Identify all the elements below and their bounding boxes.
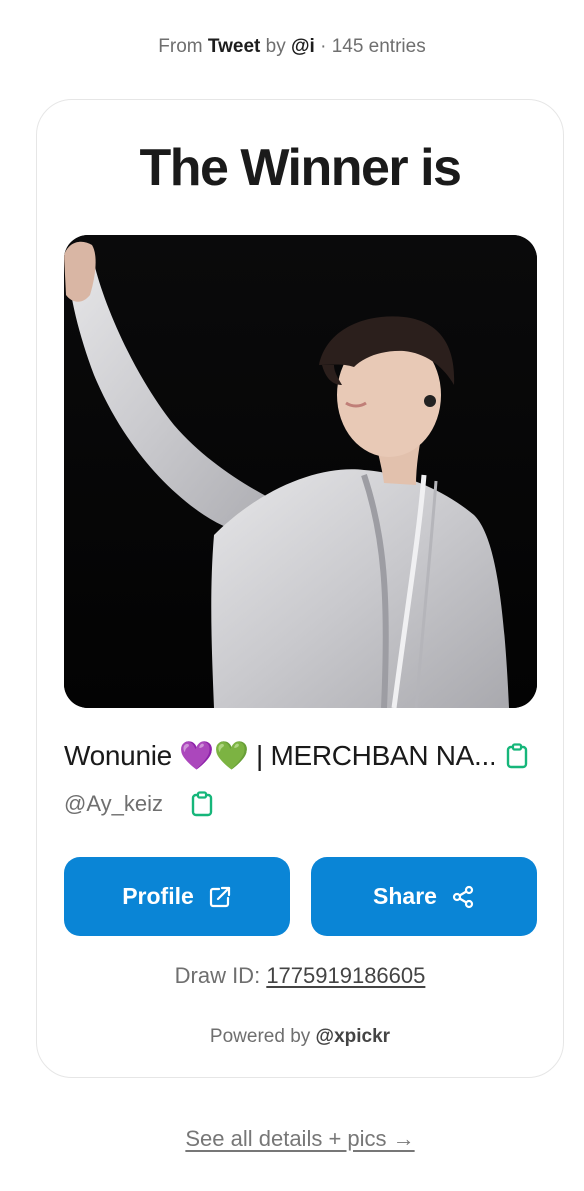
see-all-details-link[interactable]: See all details + pics → bbox=[0, 1124, 584, 1154]
source-type: Tweet bbox=[207, 36, 261, 57]
external-link-icon bbox=[209, 886, 230, 907]
powered-by-link[interactable]: @xpickr bbox=[316, 1026, 391, 1047]
source-separator: · bbox=[320, 36, 327, 57]
source-author: @i bbox=[290, 36, 315, 57]
powered-by-prefix: Powered by bbox=[209, 1026, 311, 1047]
source-line: From Tweet by @i · 145 entries bbox=[0, 36, 584, 58]
clipboard-icon[interactable] bbox=[191, 791, 213, 817]
share-button-label: Share bbox=[373, 883, 437, 909]
winner-photo-image bbox=[64, 235, 537, 708]
draw-id-label: Draw ID: bbox=[174, 963, 261, 988]
page-title: The Winner is bbox=[139, 139, 462, 197]
share-icon bbox=[452, 885, 474, 908]
draw-id-value[interactable]: 1775919186605 bbox=[266, 963, 425, 988]
winner-handle: @Ay_keiz bbox=[64, 791, 163, 816]
winner-photo bbox=[64, 235, 537, 708]
share-button[interactable]: Share bbox=[311, 857, 537, 936]
draw-id: Draw ID: 1775919186605 bbox=[0, 960, 584, 992]
winner-name: Wonunie 💜💚 | MERCHBAN NA... bbox=[64, 740, 494, 771]
profile-button[interactable]: Profile bbox=[64, 857, 290, 936]
clipboard-icon[interactable] bbox=[506, 743, 528, 769]
profile-button-label: Profile bbox=[122, 883, 194, 909]
source-by: by bbox=[265, 36, 286, 57]
source-prefix: From bbox=[158, 36, 203, 57]
powered-by: Powered by @xpickr bbox=[0, 1024, 584, 1050]
entries-count: 145 entries bbox=[331, 36, 426, 57]
